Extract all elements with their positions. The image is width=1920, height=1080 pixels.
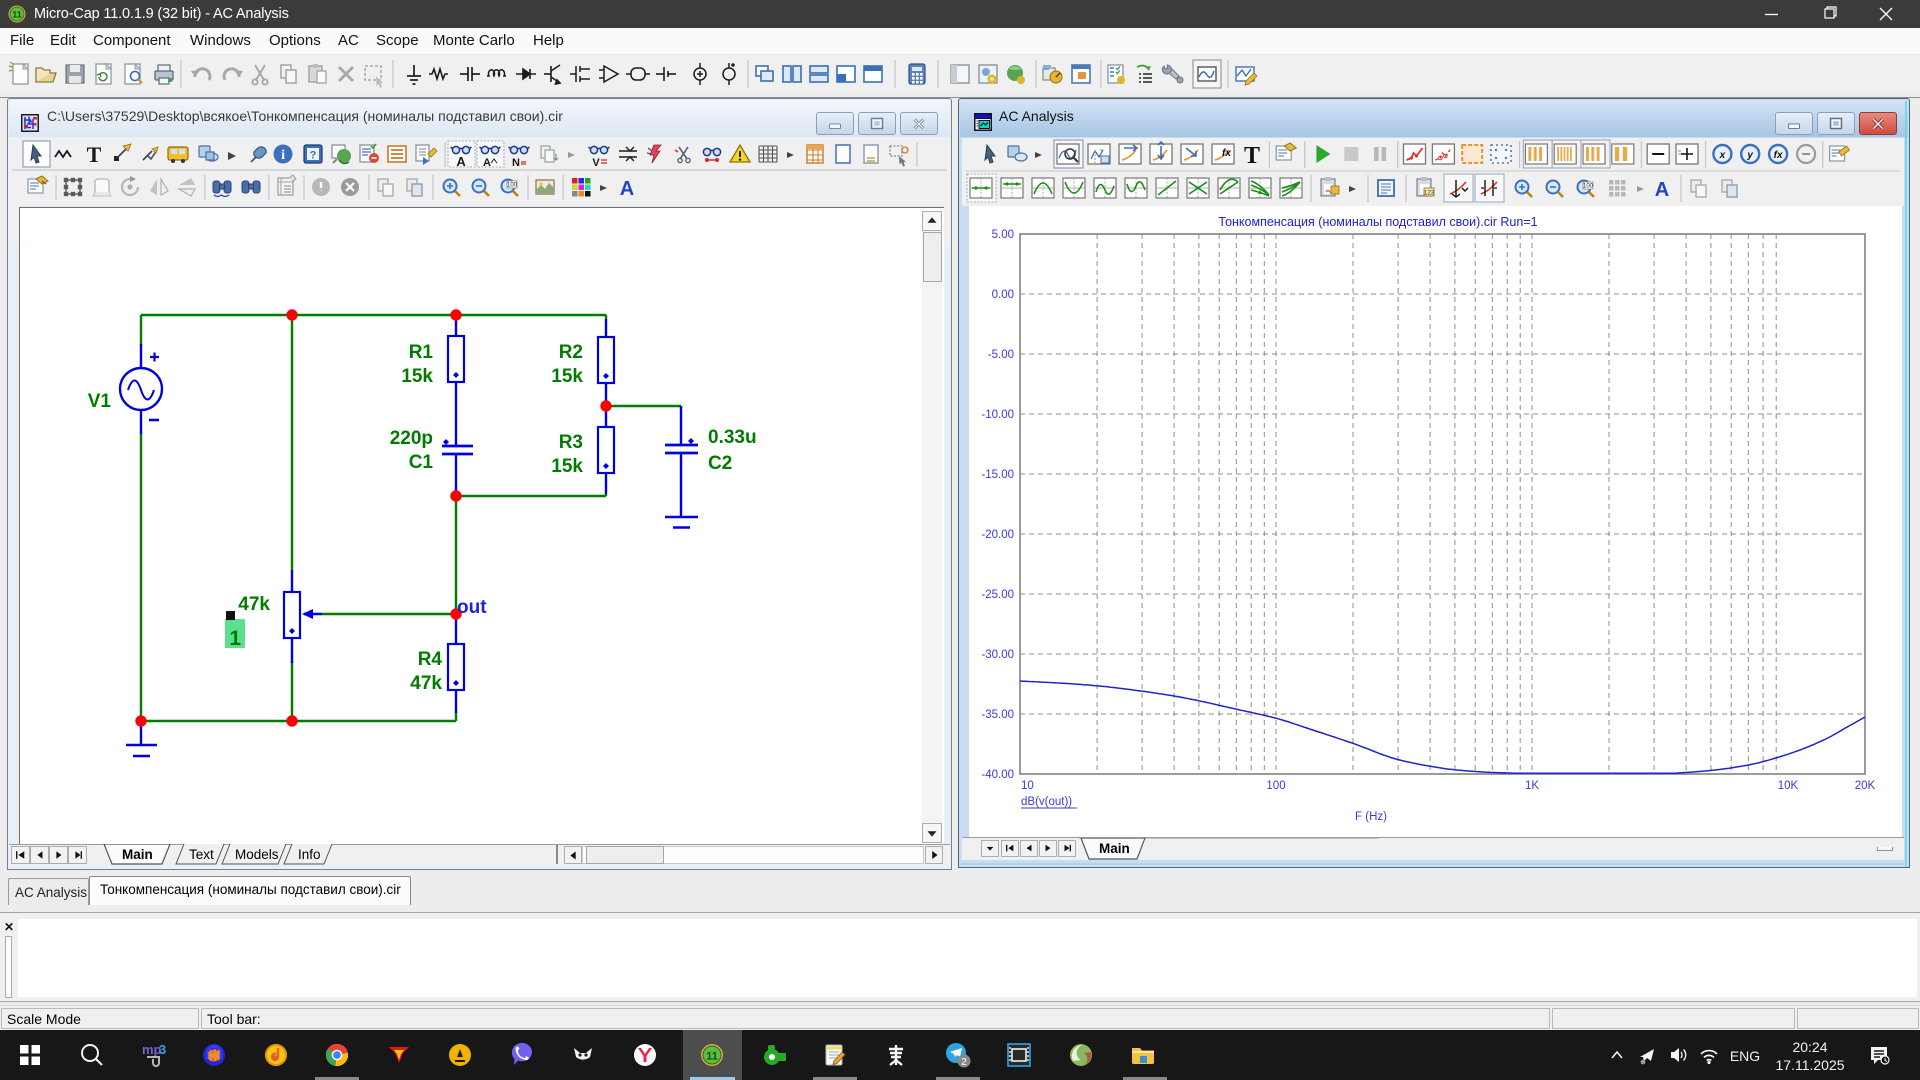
svg-text:N: N (512, 157, 520, 169)
svg-text:R2: R2 (559, 342, 583, 363)
svg-text:-25.00: -25.00 (981, 589, 1014, 601)
svg-text:T: T (1244, 143, 1260, 169)
svg-text:?: ? (310, 150, 317, 162)
svg-text:Тонкомпенсация (номиналы подст: Тонкомпенсация (номиналы подставил свои)… (1218, 215, 1537, 229)
svg-text:-5.00: -5.00 (988, 349, 1014, 361)
svg-text:A: A (1655, 179, 1669, 201)
svg-text:220p: 220p (390, 428, 433, 449)
svg-text:dB(v(out)): dB(v(out)) (1021, 796, 1072, 808)
svg-text:47k: 47k (238, 594, 270, 615)
svg-text:A: A (620, 178, 634, 200)
svg-text:R1: R1 (409, 342, 434, 363)
svg-text:0.00: 0.00 (992, 289, 1014, 301)
svg-text:-35.00: -35.00 (981, 709, 1014, 721)
svg-text:R4: R4 (418, 649, 443, 670)
svg-text:Info: Info (298, 847, 321, 862)
svg-text:15k: 15k (551, 366, 583, 387)
svg-text:-20.00: -20.00 (981, 529, 1014, 541)
svg-text:100: 100 (1583, 184, 1594, 190)
svg-text:10K: 10K (1778, 780, 1799, 792)
svg-text:out: out (457, 597, 487, 618)
svg-text:15k: 15k (551, 456, 583, 477)
svg-text:fx: fx (1774, 150, 1783, 161)
svg-text:5.00: 5.00 (992, 229, 1014, 241)
svg-text:x: x (1719, 150, 1726, 161)
svg-text:20:24: 20:24 (1792, 1039, 1827, 1055)
svg-text:fx: fx (1222, 148, 1231, 159)
svg-text:123: 123 (1424, 190, 1435, 197)
svg-text:2: 2 (961, 1057, 967, 1068)
svg-text:10: 10 (1021, 780, 1034, 792)
svg-text:100: 100 (507, 183, 518, 189)
svg-text:C1: C1 (409, 452, 434, 473)
svg-text:-10.00: -10.00 (981, 409, 1014, 421)
svg-text:V1: V1 (88, 391, 112, 412)
svg-text:1K: 1K (1525, 780, 1539, 792)
svg-text:ENG: ENG (1730, 1048, 1760, 1064)
svg-text:C2: C2 (708, 453, 732, 474)
svg-text:20K: 20K (1855, 780, 1876, 792)
svg-text:0.33u: 0.33u (708, 427, 757, 448)
svg-text:-15.00: -15.00 (981, 469, 1014, 481)
svg-text:V: V (592, 157, 600, 169)
svg-text:y: y (1746, 150, 1753, 161)
svg-text:47k: 47k (410, 673, 442, 694)
svg-text:11: 11 (706, 1051, 718, 1063)
svg-text:A: A (456, 154, 466, 169)
svg-text:-40.00: -40.00 (981, 769, 1014, 781)
svg-text:Main: Main (122, 847, 153, 862)
svg-text:-30.00: -30.00 (981, 649, 1014, 661)
svg-text:15k: 15k (401, 366, 433, 387)
svg-text:17.11.2025: 17.11.2025 (1775, 1057, 1844, 1073)
svg-text:A: A (483, 157, 491, 169)
svg-text:1: 1 (229, 627, 241, 650)
svg-text:Models: Models (235, 847, 279, 862)
svg-text:T: T (87, 142, 102, 167)
svg-text:R3: R3 (559, 432, 583, 453)
svg-text:11: 11 (12, 10, 22, 20)
svg-text:Text: Text (189, 847, 214, 862)
svg-text:Main: Main (1099, 841, 1130, 856)
svg-text:F (Hz): F (Hz) (1355, 811, 1387, 823)
svg-text:3: 3 (159, 1042, 166, 1057)
svg-text:i: i (281, 148, 285, 163)
svg-text:100: 100 (1266, 780, 1285, 792)
